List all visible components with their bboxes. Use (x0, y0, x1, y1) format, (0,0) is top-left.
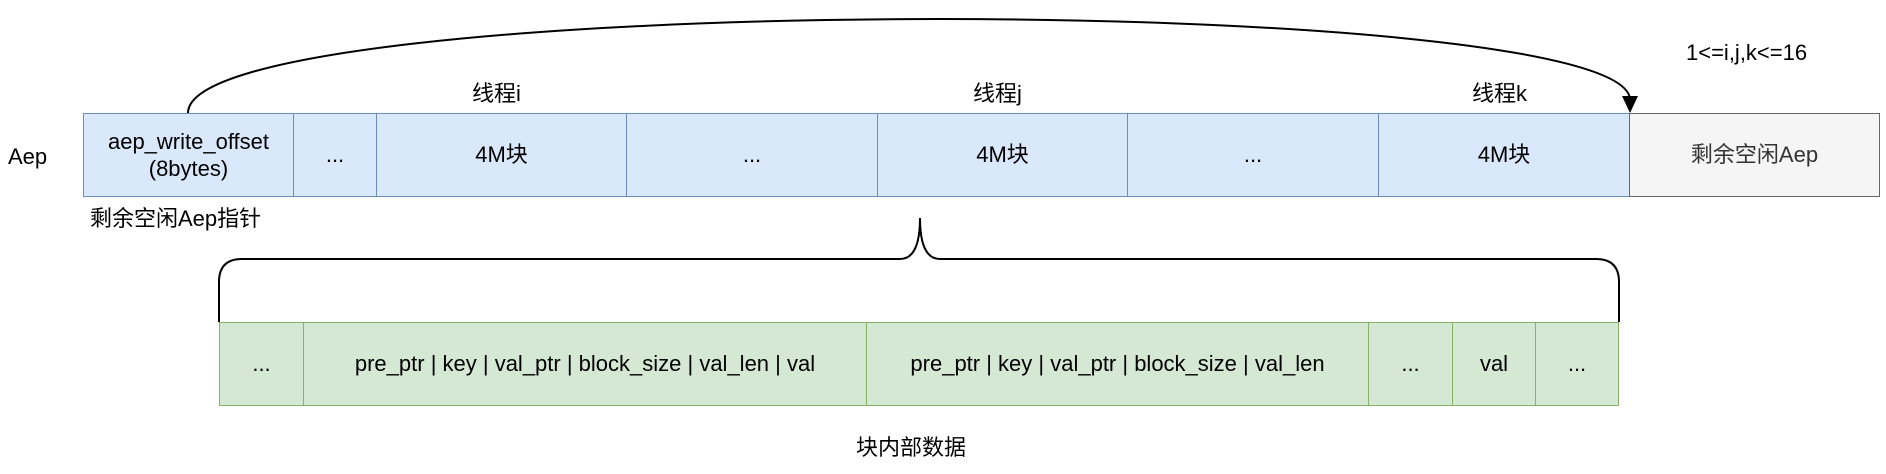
block-ellipsis-cell: ... (1368, 322, 1453, 406)
record-header-cell: pre_ptr | key | val_ptr | block_size | v… (866, 322, 1369, 406)
aep-ellipsis-cell: ... (626, 113, 878, 197)
free-pointer-label: 剩余空闲Aep指针 (90, 206, 262, 231)
value-cell: val (1452, 322, 1536, 406)
aep-ellipsis-cell: ... (293, 113, 377, 197)
offset-pointer-arrowhead (1622, 96, 1638, 113)
thread-j-block-cell: 4M块 (877, 113, 1128, 197)
block-caption: 块内部数据 (856, 435, 967, 460)
thread-k-block-cell: 4M块 (1378, 113, 1630, 197)
record-with-value-cell: pre_ptr | key | val_ptr | block_size | v… (303, 322, 867, 406)
offset-pointer-arc (187, 18, 1631, 114)
row-label-aep: Aep (8, 144, 48, 169)
thread-label-j: 线程j (973, 81, 1022, 106)
thread-label-i: 线程i (472, 81, 521, 106)
block-ellipsis-cell: ... (219, 322, 304, 406)
thread-i-block-cell: 4M块 (376, 113, 627, 197)
expansion-brace (218, 217, 1620, 322)
free-aep-cell: 剩余空闲Aep (1629, 113, 1880, 197)
block-ellipsis-cell: ... (1535, 322, 1619, 406)
aep-write-offset-cell: aep_write_offset (8bytes) (83, 113, 294, 197)
aep-ellipsis-cell: ... (1127, 113, 1379, 197)
thread-label-k: 线程k (1472, 81, 1528, 106)
range-note: 1<=i,j,k<=16 (1686, 40, 1808, 65)
